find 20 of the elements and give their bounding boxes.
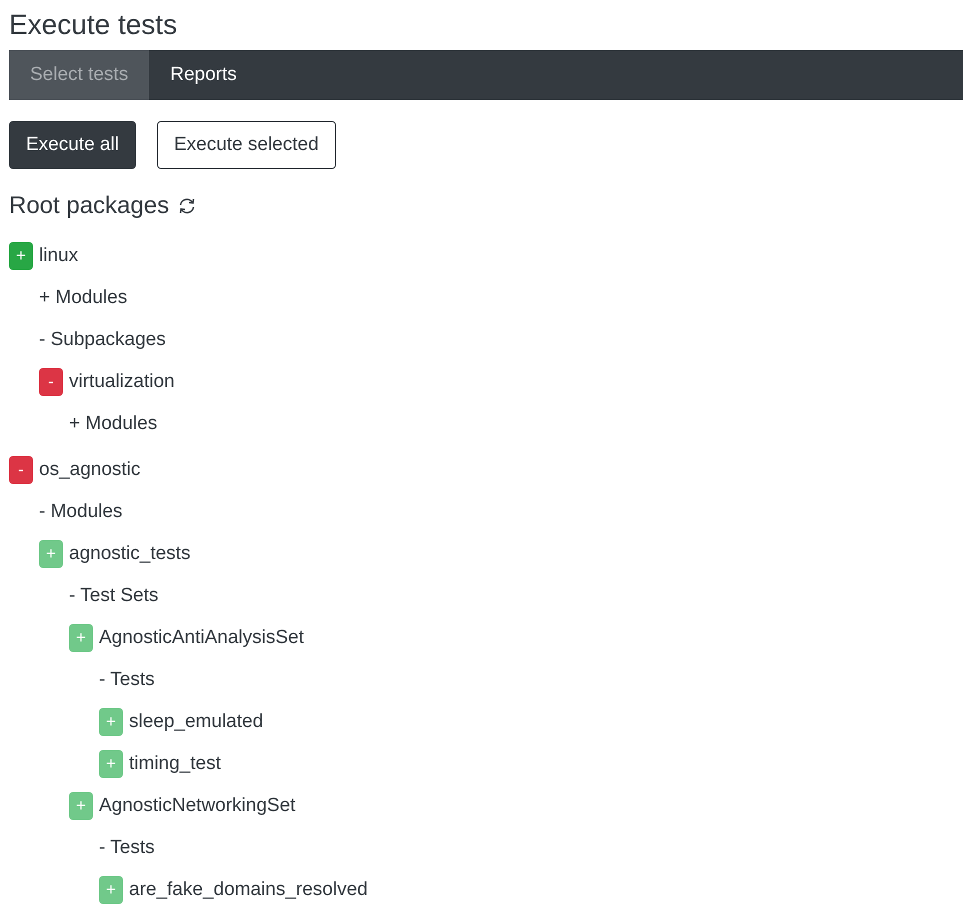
tree-item-label: AgnosticAntiAnalysisSet [99,627,304,649]
tab[interactable]: Reports [149,50,258,100]
tree-item-label: are_fake_domains_resolved [129,879,368,901]
tree-item-label: os_agnostic [39,459,140,481]
page-title: Execute tests [9,8,178,42]
execute-selected-button[interactable]: Execute selected [156,121,336,169]
group-toggle[interactable]: + Modules [69,413,158,435]
group-toggle[interactable]: - Subpackages [39,329,166,351]
tree-item-label: AgnosticNetworkingSet [99,795,296,817]
remove-badge[interactable]: - [39,368,63,396]
group-toggle[interactable]: - Modules [39,501,122,523]
tree-item-label: sleep_emulated [129,711,264,733]
section-title: Root packages [9,192,170,220]
group-toggle[interactable]: + Modules [39,287,128,309]
execute-all-button[interactable]: Execute all [9,121,136,169]
tree-item-label: linux [39,245,78,267]
remove-badge[interactable]: - [9,456,33,484]
tree-item-label: timing_test [129,753,221,775]
tree-item-label: agnostic_tests [69,543,190,565]
tree-item-label: virtualization [69,371,175,393]
